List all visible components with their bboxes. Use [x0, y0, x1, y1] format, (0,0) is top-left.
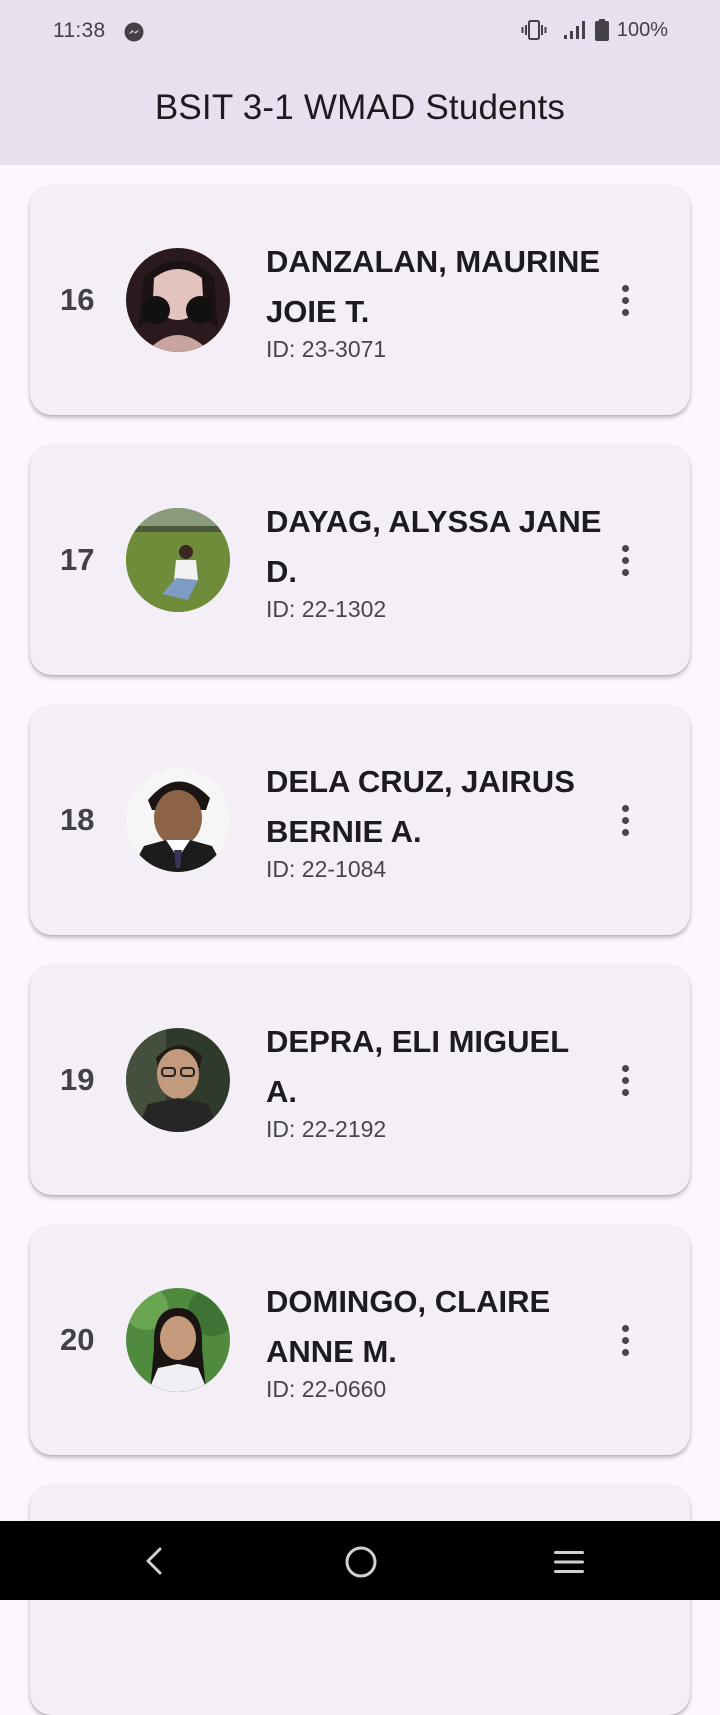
avatar	[126, 768, 230, 872]
student-id: ID: 22-1084	[266, 856, 387, 882]
student-card[interactable]: 19 DEPRA, ELI MIGUEL A. ID: 22-2192	[30, 965, 690, 1195]
more-vert-icon	[621, 1324, 629, 1332]
student-card[interactable]: 20 DOMINGO, CLAIRE ANNE M. ID: 22-0660	[30, 1225, 690, 1455]
student-name: DANZALAN, MAURINE JOIE T.	[266, 244, 601, 329]
status-bar: 11:38 100%	[0, 0, 720, 62]
messenger-icon	[124, 22, 144, 42]
avatar	[126, 508, 230, 612]
student-id: ID: 23-3071	[266, 336, 387, 362]
back-icon[interactable]	[140, 1541, 168, 1581]
more-options-button[interactable]	[610, 1055, 640, 1105]
page-title: BSIT 3-1 WMAD Students	[154, 88, 566, 127]
battery-icon	[594, 19, 609, 41]
student-card-partial[interactable]	[30, 1485, 690, 1715]
student-name: DAYAG, ALYSSA JANE D.	[266, 504, 602, 589]
student-number: 17	[60, 542, 95, 577]
student-name: DEPRA, ELI MIGUEL A.	[266, 1024, 569, 1109]
student-card[interactable]: 16 DANZALAN, MAURINE JOIE T. ID: 23-3071	[30, 185, 690, 415]
more-vert-icon	[621, 1064, 629, 1072]
status-time: 11:38	[53, 19, 106, 42]
student-id: ID: 22-0660	[266, 1376, 387, 1402]
more-options-button[interactable]	[610, 535, 640, 585]
status-icons: 100%	[521, 17, 668, 43]
more-options-button[interactable]	[610, 275, 640, 325]
more-options-button[interactable]	[610, 795, 640, 845]
signal-icon	[563, 20, 585, 40]
student-card[interactable]: 18 DELA CRUZ, JAIRUS BERNIE A. ID: 22-10…	[30, 705, 690, 935]
avatar	[126, 1288, 230, 1392]
student-number: 16	[60, 282, 95, 317]
vibrate-icon	[521, 19, 547, 41]
battery-percent: 100%	[616, 18, 668, 41]
student-card[interactable]: 17 DAYAG, ALYSSA JANE D. ID: 22-1302	[30, 445, 690, 675]
more-options-button[interactable]	[610, 1315, 640, 1365]
system-nav-bar	[0, 1521, 720, 1600]
student-number: 18	[60, 802, 95, 837]
student-id: ID: 22-1302	[266, 596, 387, 622]
app-bar: 11:38 100% BSIT 3-1 WMAD Students	[0, 0, 720, 165]
student-number: 20	[60, 1322, 95, 1357]
student-id: ID: 22-2192	[266, 1116, 387, 1142]
home-icon[interactable]	[344, 1545, 378, 1579]
avatar	[126, 1028, 230, 1132]
student-name: DELA CRUZ, JAIRUS BERNIE A.	[266, 764, 575, 849]
avatar	[126, 248, 230, 352]
recents-icon[interactable]	[552, 1547, 586, 1577]
more-vert-icon	[621, 544, 629, 552]
student-name: DOMINGO, CLAIRE ANNE M.	[266, 1284, 551, 1369]
student-number: 19	[60, 1062, 95, 1097]
more-vert-icon	[621, 284, 629, 292]
more-vert-icon	[621, 804, 629, 812]
